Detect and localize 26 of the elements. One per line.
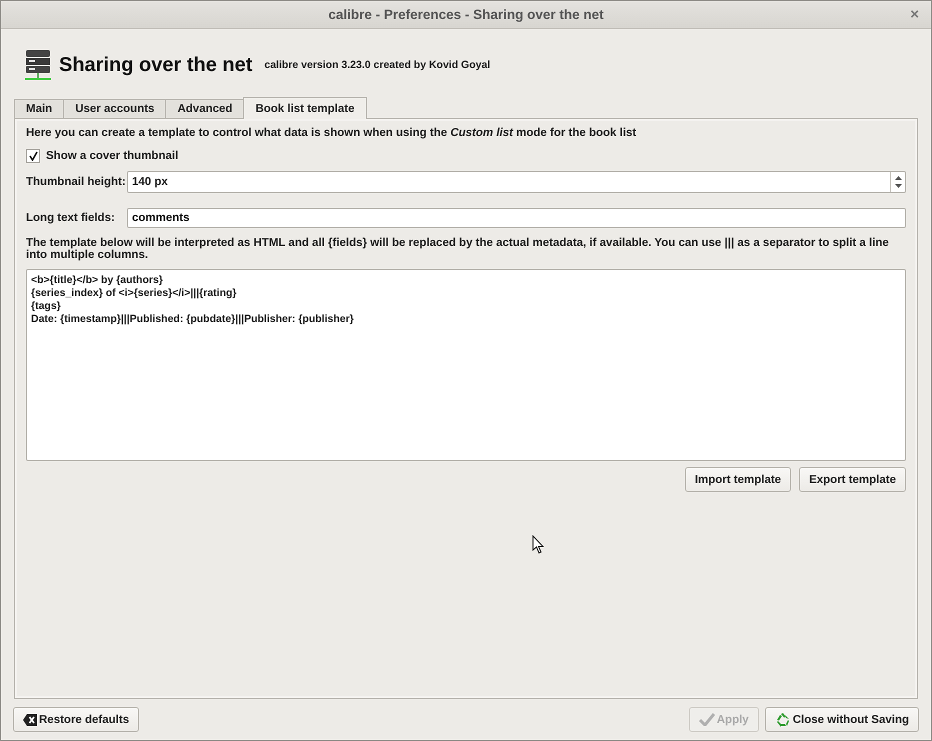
spin-field[interactable]: 140 px (127, 171, 906, 193)
template-editor[interactable]: <b>{title}</b> by {authors} {series_index} of <i>{series}</i>|||{rating} {tags} Date: {timestamp}|||Published: {pubdate}|||Publisher: {publisher} (26, 269, 906, 461)
window-title: calibre - Preferences - Sharing over the net (328, 7, 604, 22)
mouse-pointer-icon (532, 535, 544, 554)
tab[interactable]: Book list template (243, 97, 366, 119)
server-icon (25, 48, 51, 82)
checkmark-icon (698, 713, 715, 726)
import-button[interactable]: Import template (684, 467, 792, 492)
tab[interactable]: User accounts (63, 99, 166, 118)
checkbox-label: Show a cover thumbnail (46, 150, 178, 162)
page-title: Sharing over the net (59, 54, 252, 76)
tab[interactable]: Advanced (165, 99, 244, 118)
recycle-icon (774, 712, 791, 728)
restore-defaults-button[interactable]: Restore defaults (13, 707, 140, 732)
intro-text: Here you can create a template to control what data is shown when using the Custom list mode for the book list (26, 127, 638, 139)
close-button[interactable]: Close without Saving (764, 707, 919, 732)
help-text: The template below will be interpreted as HTML and all {fields} will be replaced by the actual metadata, if available. You can use ||| as a separator to split a line into multiple columns. (26, 237, 890, 261)
checkbox[interactable] (26, 149, 40, 163)
version-text: calibre version 3.23.0 created by Kovid Goyal (264, 59, 490, 71)
tab[interactable]: Main (14, 99, 64, 118)
input-field[interactable]: comments (127, 208, 906, 228)
spin-arrows-icon (894, 175, 902, 189)
delete-icon (23, 714, 37, 726)
export-button[interactable]: Export template (799, 467, 906, 492)
field-label: Long text fields: (26, 212, 116, 224)
field-label: Thumbnail height: (26, 176, 127, 188)
